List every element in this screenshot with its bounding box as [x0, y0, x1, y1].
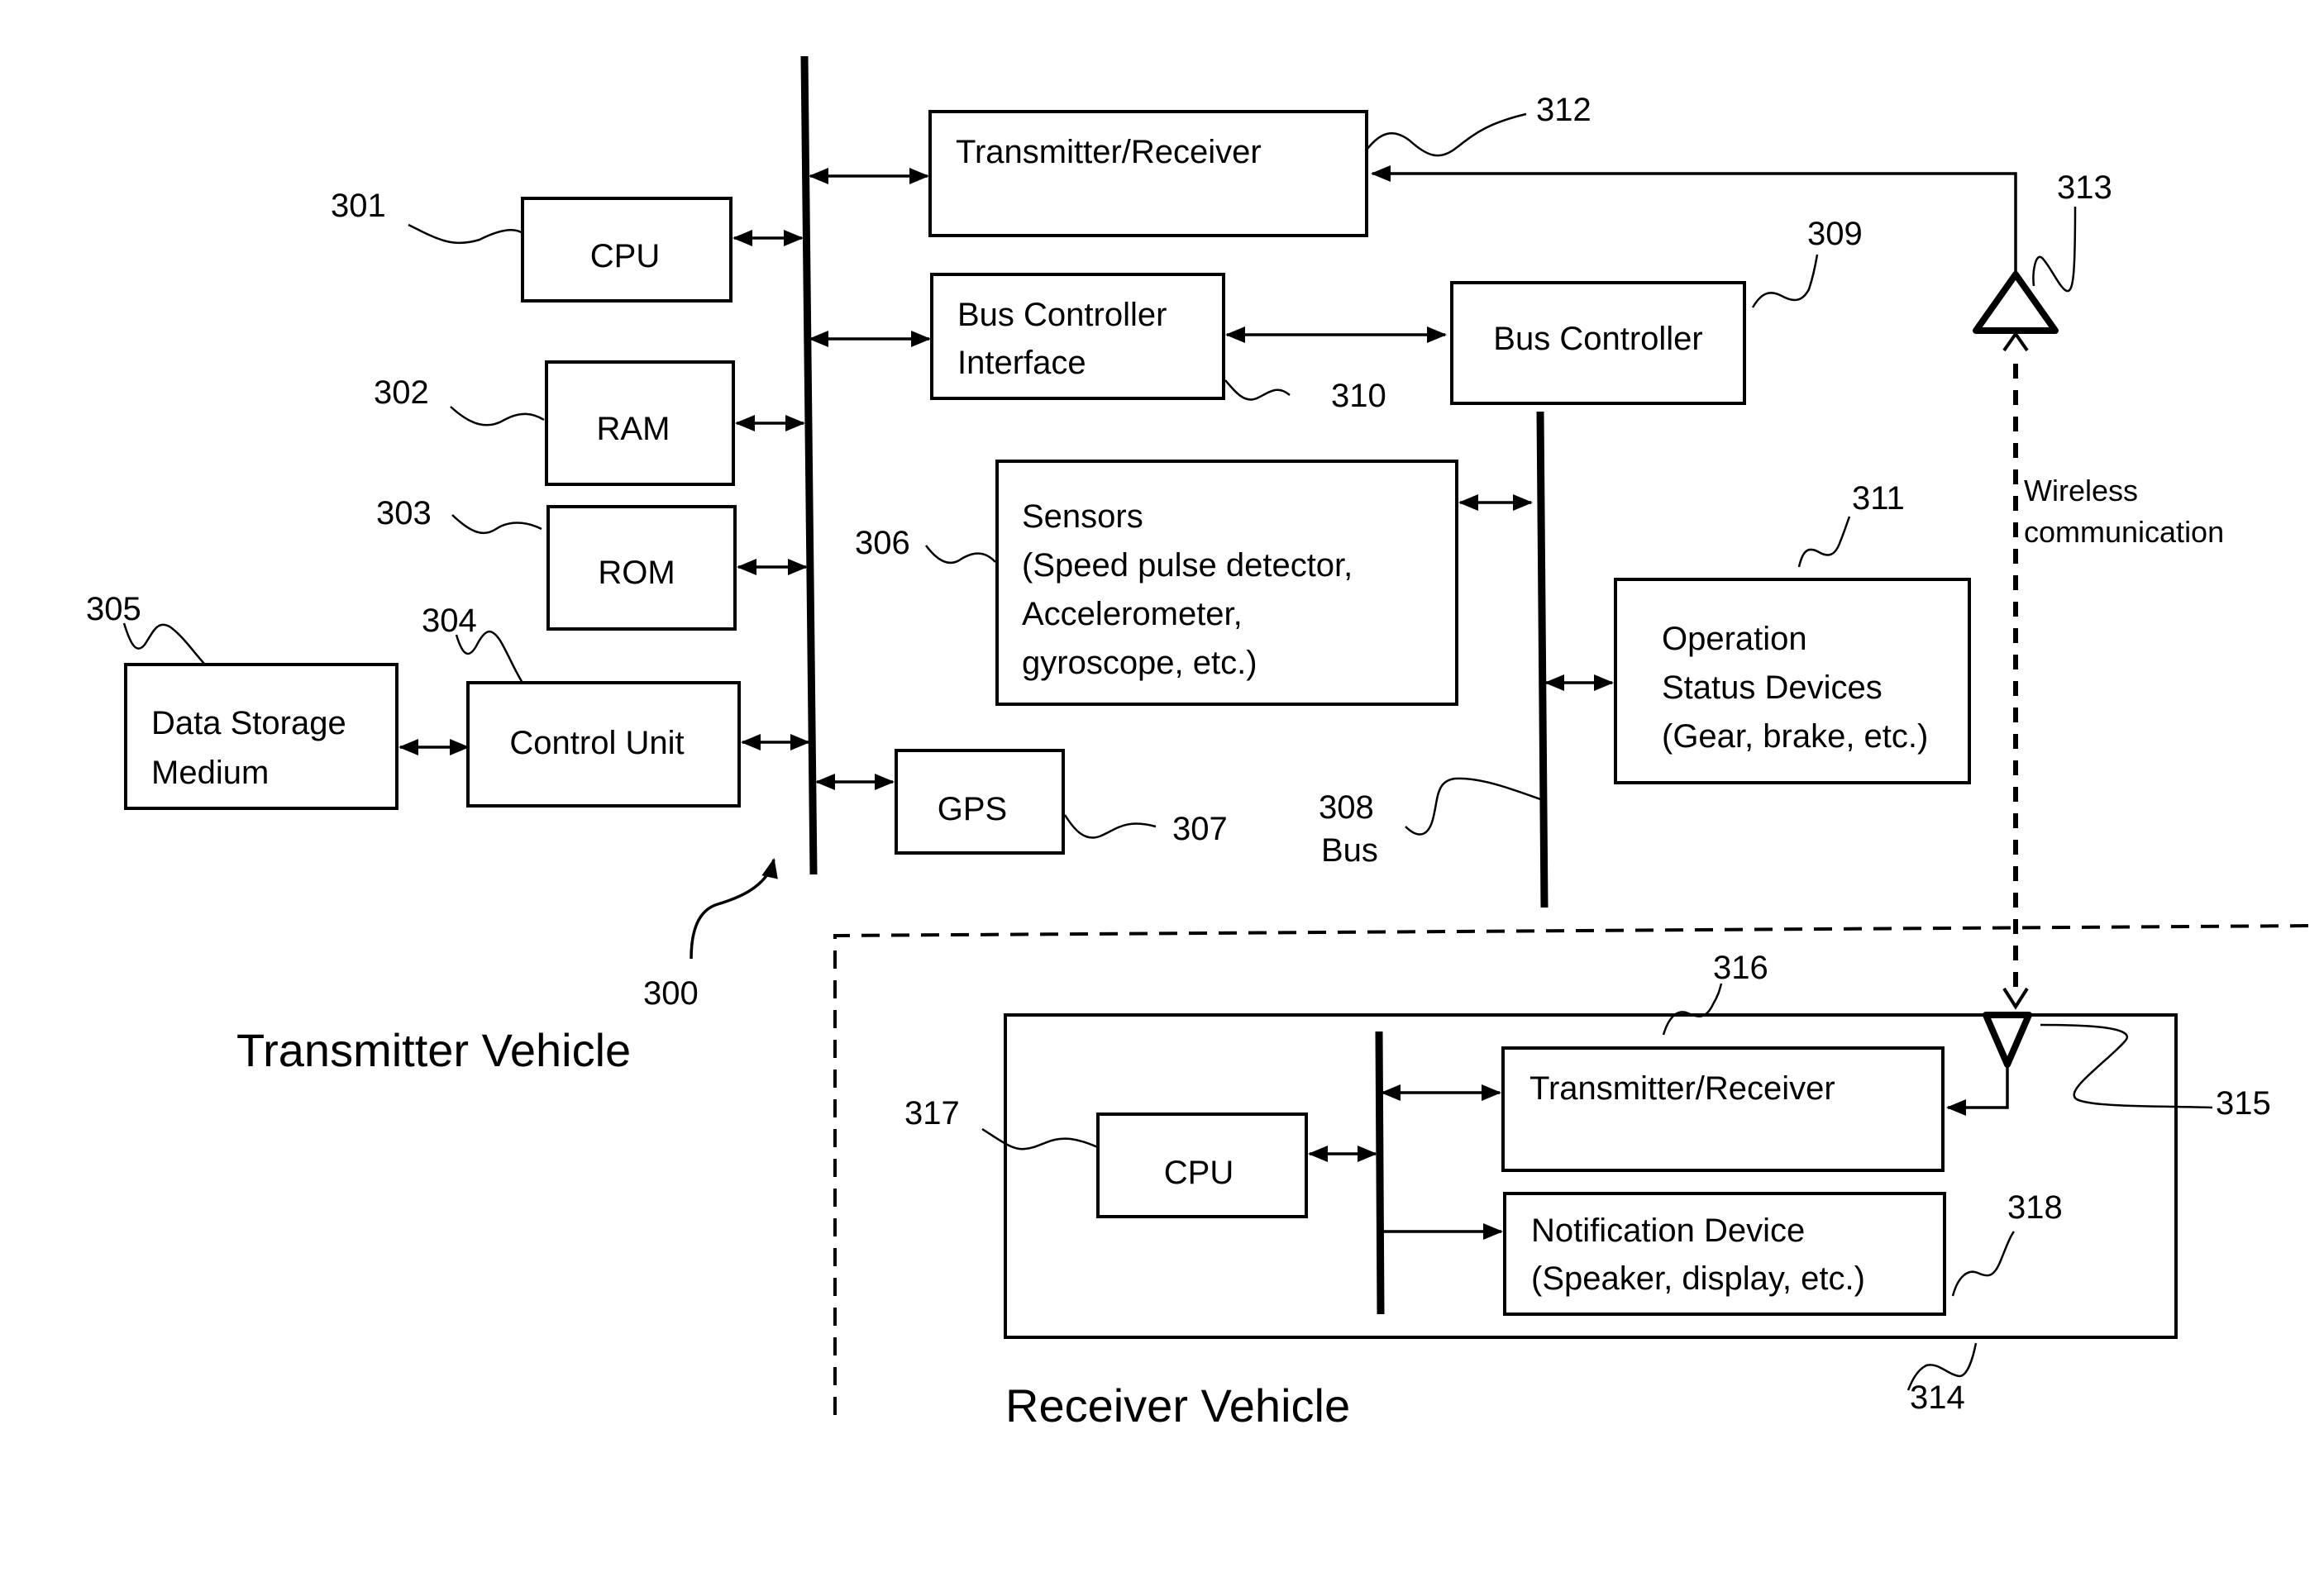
leader-312	[1367, 112, 1527, 157]
leader-310	[1224, 379, 1291, 401]
sensors-label-3: Accelerometer,	[1022, 596, 1243, 632]
leader-303	[451, 514, 542, 535]
ref-307: 307	[1172, 811, 1228, 847]
receiver-cpu-label: CPU	[1164, 1155, 1234, 1191]
operation-status-label-3: (Gear, brake, etc.)	[1662, 718, 1928, 755]
wireless-label-1: Wireless	[2024, 474, 2138, 507]
bus-controller-block: Bus Controller	[1450, 281, 1746, 405]
ref-316: 316	[1713, 950, 1768, 986]
notification-label-2: (Speaker, display, etc.)	[1531, 1260, 1865, 1297]
wireless-arrow-up-icon	[2002, 331, 2029, 352]
leader-301	[408, 223, 523, 245]
leader-302	[450, 406, 545, 426]
leader-309	[1751, 254, 1819, 308]
antenna-tx-icon	[1973, 271, 2059, 334]
notification-device-block: Notification Device (Speaker, display, e…	[1503, 1192, 1946, 1316]
leader-304	[455, 630, 524, 684]
ref-305: 305	[86, 591, 141, 627]
gps-block: GPS	[895, 749, 1065, 855]
bus-controller-label: Bus Controller	[1493, 321, 1702, 357]
sensors-label-2: (Speed pulse detector,	[1022, 547, 1353, 584]
sensors-label-4: gyroscope, etc.)	[1022, 645, 1257, 681]
ref-308: 308	[1319, 789, 1374, 826]
operation-status-block: Operation Status Devices (Gear, brake, e…	[1614, 578, 1971, 784]
ref-309: 309	[1807, 216, 1863, 252]
leader-307	[1063, 814, 1157, 839]
ram-label: RAM	[597, 411, 670, 447]
block-diagram: CPU 301 RAM 302 ROM 303 Control Unit 304…	[86, 55, 2316, 1432]
data-storage-label-1: Data Storage	[151, 705, 346, 741]
tx-rx-label: Transmitter/Receiver	[956, 134, 1262, 170]
receiver-cpu-block: CPU	[1096, 1112, 1308, 1218]
data-storage-label-2: Medium	[151, 755, 269, 791]
rom-block: ROM	[546, 505, 737, 631]
ram-block: RAM	[545, 360, 735, 486]
wireless-label-2: communication	[2024, 515, 2224, 549]
leader-313	[2032, 206, 2077, 293]
bci-label-2: Interface	[957, 345, 1086, 381]
bci-label-1: Bus Controller	[957, 297, 1167, 333]
ref-314: 314	[1910, 1379, 1965, 1416]
main-bus	[800, 55, 818, 875]
ref-315: 315	[2216, 1085, 2271, 1122]
ref-310: 310	[1331, 378, 1386, 414]
tx-rx-block: Transmitter/Receiver	[928, 110, 1368, 237]
wireless-arrow-down-icon	[2002, 987, 2029, 1010]
ref-313: 313	[2057, 169, 2112, 206]
transmitter-vehicle-label: Transmitter Vehicle	[236, 1024, 631, 1076]
cpu-block: CPU	[521, 197, 733, 303]
ref-311: 311	[1852, 480, 1905, 517]
sensors-label-1: Sensors	[1022, 498, 1143, 535]
receiver-bus	[1375, 1031, 1385, 1315]
gps-label: GPS	[938, 791, 1007, 827]
antenna-feed-line	[1371, 165, 2017, 273]
receiver-tx-rx-block: Transmitter/Receiver	[1501, 1046, 1945, 1172]
bus-controller-interface-block: Bus Controller Interface	[930, 273, 1225, 400]
control-unit-block: Control Unit	[466, 681, 741, 808]
leader-300	[690, 858, 778, 960]
sensors-block: Sensors (Speed pulse detector, Accelerom…	[995, 460, 1458, 706]
ref-303: 303	[376, 495, 432, 531]
data-storage-block: Data Storage Medium	[124, 663, 398, 810]
ref-300: 300	[643, 975, 699, 1012]
ref-301: 301	[331, 188, 386, 224]
ref-318: 318	[2007, 1189, 2063, 1226]
receiver-vehicle-label: Receiver Vehicle	[1005, 1379, 1350, 1432]
leader-305	[122, 622, 206, 665]
ref-306: 306	[855, 525, 910, 561]
operation-status-label-1: Operation	[1662, 621, 1807, 657]
receiver-tx-rx-label: Transmitter/Receiver	[1529, 1070, 1835, 1107]
leader-308	[1405, 777, 1544, 836]
ref-312: 312	[1536, 92, 1591, 128]
operation-status-label-2: Status Devices	[1662, 669, 1883, 706]
rom-label: ROM	[598, 555, 675, 591]
cpu-label: CPU	[590, 238, 660, 274]
notification-label-1: Notification Device	[1531, 1213, 1805, 1249]
leader-306	[925, 545, 996, 565]
ref-317: 317	[904, 1095, 960, 1132]
leader-311	[1797, 516, 1851, 568]
secondary-bus	[1536, 411, 1549, 908]
bus-308-label: Bus	[1321, 832, 1378, 869]
ref-304: 304	[422, 603, 477, 639]
ref-302: 302	[374, 374, 429, 411]
control-unit-label: Control Unit	[509, 725, 684, 761]
